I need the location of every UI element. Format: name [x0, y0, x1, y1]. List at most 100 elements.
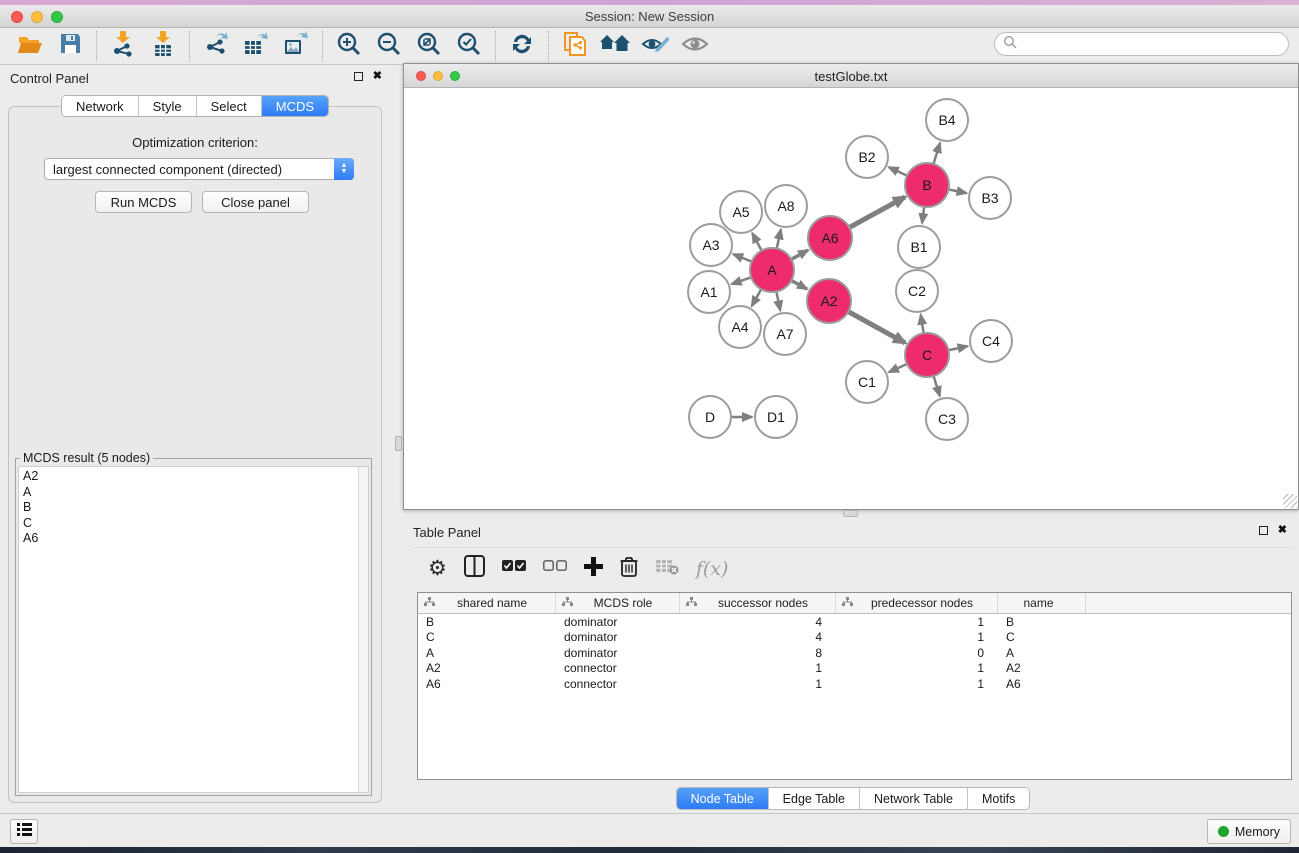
- graph-node-label-B4: B4: [938, 112, 955, 128]
- export-image-icon: [283, 31, 309, 62]
- graph-node-label-A3: A3: [702, 237, 719, 253]
- vertical-splitter-handle[interactable]: [395, 436, 402, 451]
- zoom-selected-button[interactable]: [449, 30, 489, 62]
- tab-mcds[interactable]: MCDS: [262, 96, 328, 116]
- save-session-button[interactable]: [50, 30, 90, 62]
- attribute-type-icon: [424, 596, 435, 610]
- show-eye-button[interactable]: [675, 30, 715, 62]
- toolbar-separator: [322, 31, 323, 61]
- table-row[interactable]: C dominator 4 1 C: [418, 630, 1291, 646]
- control-panel-title: Control Panel: [10, 71, 89, 86]
- export-network-button[interactable]: [196, 30, 236, 62]
- function-builder-button[interactable]: f(x): [696, 558, 729, 580]
- zoom-selected-icon: [456, 31, 482, 62]
- duplicate-network-button[interactable]: [555, 30, 595, 62]
- select-all-button[interactable]: [502, 559, 526, 578]
- duplicate-network-icon: [562, 31, 588, 62]
- column-header-shared-name[interactable]: shared name: [418, 593, 556, 613]
- graph-node-label-D: D: [705, 409, 715, 425]
- search-input[interactable]: [1022, 37, 1280, 51]
- run-mcds-button[interactable]: Run MCDS: [95, 191, 192, 213]
- result-item[interactable]: A: [23, 485, 368, 501]
- hide-panel-button[interactable]: [635, 30, 675, 62]
- deselect-all-button[interactable]: [543, 559, 567, 578]
- tab-style[interactable]: Style: [139, 96, 197, 116]
- result-scrollbar[interactable]: [358, 467, 368, 792]
- mcds-pane: Optimization criterion: largest connecte…: [8, 106, 382, 803]
- close-table-panel-icon[interactable]: ✖: [1278, 525, 1287, 535]
- network-canvas[interactable]: B4B2BB3A8A5A6B1A3AA1C2A2A4A7C4CC1C3DD1: [404, 88, 1298, 509]
- graph-node-label-A2: A2: [820, 293, 837, 309]
- cell-predecessor-nodes: 1: [836, 661, 998, 675]
- home-button[interactable]: [595, 30, 635, 62]
- optimization-label: Optimization criterion:: [9, 135, 381, 150]
- import-network-icon: [111, 31, 135, 62]
- toolbar-separator: [495, 31, 496, 61]
- column-header-name[interactable]: name: [998, 593, 1086, 613]
- table-panel: Table Panel ✖ ⚙ f(x) shared name MCDS ro…: [407, 520, 1299, 813]
- window-resize-grip[interactable]: [1283, 494, 1297, 508]
- cell-predecessor-nodes: 1: [836, 677, 998, 691]
- horizontal-splitter-handle[interactable]: [843, 510, 858, 517]
- close-panel-icon[interactable]: ✖: [373, 71, 382, 81]
- memory-button[interactable]: Memory: [1207, 819, 1291, 844]
- delete-icon: [620, 556, 638, 582]
- cell-shared-name: A6: [418, 677, 556, 691]
- table-row[interactable]: A6 connector 1 1 A6: [418, 676, 1291, 692]
- zoom-in-icon: [336, 31, 362, 62]
- cell-shared-name: B: [418, 615, 556, 629]
- search-field[interactable]: [994, 32, 1289, 56]
- tab-network[interactable]: Network: [62, 96, 139, 116]
- table-toolbar: ⚙ f(x): [412, 547, 1294, 589]
- open-session-button[interactable]: [10, 30, 50, 62]
- float-panel-icon[interactable]: [354, 72, 363, 81]
- zoom-out-icon: [376, 31, 402, 62]
- criterion-dropdown[interactable]: largest connected component (directed) ▲…: [44, 158, 354, 180]
- node-table[interactable]: shared name MCDS role successor nodes pr…: [417, 592, 1292, 780]
- tab-motifs[interactable]: Motifs: [968, 788, 1029, 809]
- table-panel-tabs: Node Table Edge Table Network Table Moti…: [407, 787, 1299, 810]
- result-item[interactable]: C: [23, 516, 368, 532]
- tab-node-table[interactable]: Node Table: [677, 788, 769, 809]
- column-header-predecessor-nodes[interactable]: predecessor nodes: [836, 593, 998, 613]
- result-item[interactable]: A6: [23, 531, 368, 547]
- export-image-button[interactable]: [276, 30, 316, 62]
- float-table-panel-icon[interactable]: [1259, 526, 1268, 535]
- tab-select[interactable]: Select: [197, 96, 262, 116]
- graph-node-label-A6: A6: [821, 230, 838, 246]
- add-column-button[interactable]: [584, 557, 603, 581]
- result-item[interactable]: A2: [23, 469, 368, 485]
- export-table-button[interactable]: [236, 30, 276, 62]
- open-session-icon: [17, 33, 43, 60]
- table-row[interactable]: A dominator 8 0 A: [418, 645, 1291, 661]
- import-table-button[interactable]: [143, 30, 183, 62]
- tab-network-table[interactable]: Network Table: [860, 788, 968, 809]
- table-row[interactable]: B dominator 4 1 B: [418, 614, 1291, 630]
- main-titlebar: Session: New Session: [0, 5, 1299, 28]
- delete-column-button[interactable]: [620, 556, 638, 582]
- result-item[interactable]: B: [23, 500, 368, 516]
- tab-edge-table[interactable]: Edge Table: [769, 788, 860, 809]
- column-header-successor-nodes[interactable]: successor nodes: [680, 593, 836, 613]
- task-history-button[interactable]: [10, 819, 38, 844]
- zoom-fit-button[interactable]: [409, 30, 449, 62]
- table-settings-button[interactable]: ⚙: [428, 559, 447, 579]
- cell-successor-nodes: 4: [680, 630, 836, 644]
- cell-name: B: [998, 615, 1086, 629]
- mcds-result-list[interactable]: A2 A B C A6: [18, 466, 369, 793]
- delete-table-button[interactable]: [655, 557, 679, 580]
- close-panel-button[interactable]: Close panel: [202, 191, 309, 213]
- session-title: Session: New Session: [0, 9, 1299, 24]
- show-columns-button[interactable]: [464, 555, 485, 582]
- save-session-icon: [59, 32, 82, 60]
- zoom-out-button[interactable]: [369, 30, 409, 62]
- column-header-mcds-role[interactable]: MCDS role: [556, 593, 680, 613]
- deselect-all-icon: [543, 559, 567, 578]
- mcds-result-title: MCDS result (5 nodes): [20, 451, 153, 465]
- import-network-button[interactable]: [103, 30, 143, 62]
- apply-layout-button[interactable]: [502, 30, 542, 62]
- table-row[interactable]: A2 connector 1 1 A2: [418, 661, 1291, 677]
- cell-name: A: [998, 646, 1086, 660]
- zoom-in-button[interactable]: [329, 30, 369, 62]
- cell-mcds-role: connector: [556, 661, 680, 675]
